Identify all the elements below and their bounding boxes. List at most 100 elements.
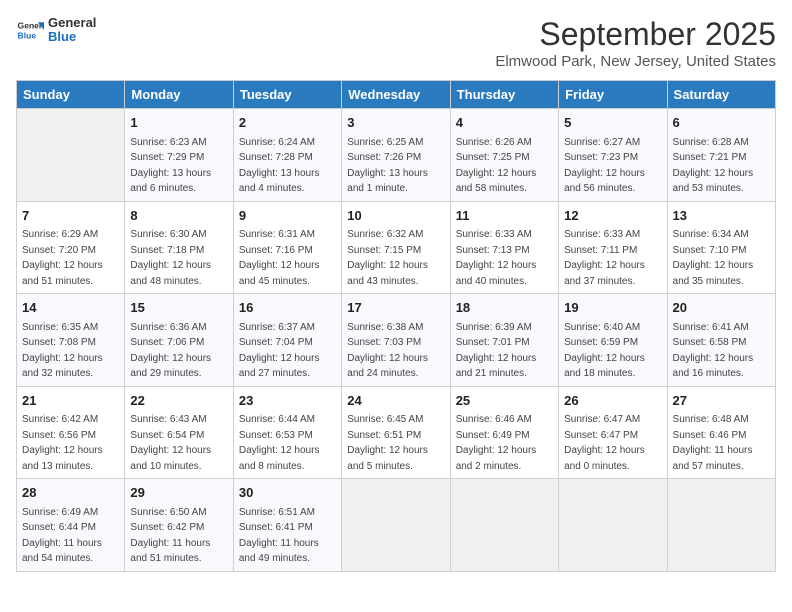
- day-info: Sunrise: 6:31 AM Sunset: 7:16 PM Dayligh…: [239, 227, 336, 289]
- day-number: 30: [239, 483, 336, 503]
- calendar-cell: 9Sunrise: 6:31 AM Sunset: 7:16 PM Daylig…: [233, 201, 341, 294]
- column-header-wednesday: Wednesday: [342, 81, 450, 109]
- day-number: 7: [22, 206, 119, 226]
- day-number: 22: [130, 391, 227, 411]
- day-info: Sunrise: 6:39 AM Sunset: 7:01 PM Dayligh…: [456, 320, 553, 382]
- column-header-tuesday: Tuesday: [233, 81, 341, 109]
- calendar-cell: 10Sunrise: 6:32 AM Sunset: 7:15 PM Dayli…: [342, 201, 450, 294]
- day-number: 20: [673, 298, 770, 318]
- day-number: 27: [673, 391, 770, 411]
- calendar-cell: 1Sunrise: 6:23 AM Sunset: 7:29 PM Daylig…: [125, 109, 233, 202]
- day-number: 26: [564, 391, 661, 411]
- day-info: Sunrise: 6:36 AM Sunset: 7:06 PM Dayligh…: [130, 320, 227, 382]
- day-info: Sunrise: 6:46 AM Sunset: 6:49 PM Dayligh…: [456, 412, 553, 474]
- calendar-cell: 17Sunrise: 6:38 AM Sunset: 7:03 PM Dayli…: [342, 294, 450, 387]
- calendar-cell: 15Sunrise: 6:36 AM Sunset: 7:06 PM Dayli…: [125, 294, 233, 387]
- day-number: 13: [673, 206, 770, 226]
- calendar-cell: 3Sunrise: 6:25 AM Sunset: 7:26 PM Daylig…: [342, 109, 450, 202]
- day-info: Sunrise: 6:50 AM Sunset: 6:42 PM Dayligh…: [130, 505, 227, 567]
- day-info: Sunrise: 6:43 AM Sunset: 6:54 PM Dayligh…: [130, 412, 227, 474]
- calendar-cell: [17, 109, 125, 202]
- calendar-cell: 13Sunrise: 6:34 AM Sunset: 7:10 PM Dayli…: [667, 201, 775, 294]
- calendar-cell: 16Sunrise: 6:37 AM Sunset: 7:04 PM Dayli…: [233, 294, 341, 387]
- logo-text-general: General: [48, 16, 96, 30]
- day-info: Sunrise: 6:33 AM Sunset: 7:13 PM Dayligh…: [456, 227, 553, 289]
- day-number: 4: [456, 113, 553, 133]
- day-info: Sunrise: 6:28 AM Sunset: 7:21 PM Dayligh…: [673, 135, 770, 197]
- calendar-cell: 23Sunrise: 6:44 AM Sunset: 6:53 PM Dayli…: [233, 386, 341, 479]
- svg-text:Blue: Blue: [18, 31, 37, 41]
- calendar-cell: 18Sunrise: 6:39 AM Sunset: 7:01 PM Dayli…: [450, 294, 558, 387]
- calendar-cell: [559, 479, 667, 572]
- calendar-cell: 6Sunrise: 6:28 AM Sunset: 7:21 PM Daylig…: [667, 109, 775, 202]
- page-title: September 2025: [495, 16, 776, 53]
- day-info: Sunrise: 6:23 AM Sunset: 7:29 PM Dayligh…: [130, 135, 227, 197]
- day-info: Sunrise: 6:30 AM Sunset: 7:18 PM Dayligh…: [130, 227, 227, 289]
- day-info: Sunrise: 6:25 AM Sunset: 7:26 PM Dayligh…: [347, 135, 444, 197]
- day-info: Sunrise: 6:37 AM Sunset: 7:04 PM Dayligh…: [239, 320, 336, 382]
- day-number: 10: [347, 206, 444, 226]
- day-number: 29: [130, 483, 227, 503]
- day-number: 16: [239, 298, 336, 318]
- day-info: Sunrise: 6:34 AM Sunset: 7:10 PM Dayligh…: [673, 227, 770, 289]
- day-number: 21: [22, 391, 119, 411]
- calendar-cell: [450, 479, 558, 572]
- svg-text:General: General: [18, 21, 44, 31]
- day-number: 6: [673, 113, 770, 133]
- column-header-sunday: Sunday: [17, 81, 125, 109]
- column-header-monday: Monday: [125, 81, 233, 109]
- calendar-week-3: 14Sunrise: 6:35 AM Sunset: 7:08 PM Dayli…: [17, 294, 776, 387]
- day-number: 9: [239, 206, 336, 226]
- calendar-week-4: 21Sunrise: 6:42 AM Sunset: 6:56 PM Dayli…: [17, 386, 776, 479]
- day-number: 1: [130, 113, 227, 133]
- day-info: Sunrise: 6:24 AM Sunset: 7:28 PM Dayligh…: [239, 135, 336, 197]
- day-number: 12: [564, 206, 661, 226]
- calendar-cell: 26Sunrise: 6:47 AM Sunset: 6:47 PM Dayli…: [559, 386, 667, 479]
- calendar-cell: 25Sunrise: 6:46 AM Sunset: 6:49 PM Dayli…: [450, 386, 558, 479]
- day-number: 23: [239, 391, 336, 411]
- day-number: 15: [130, 298, 227, 318]
- calendar-cell: 2Sunrise: 6:24 AM Sunset: 7:28 PM Daylig…: [233, 109, 341, 202]
- day-number: 3: [347, 113, 444, 133]
- page-header: General Blue General Blue September 2025…: [16, 16, 776, 70]
- column-header-friday: Friday: [559, 81, 667, 109]
- day-info: Sunrise: 6:47 AM Sunset: 6:47 PM Dayligh…: [564, 412, 661, 474]
- calendar-cell: 8Sunrise: 6:30 AM Sunset: 7:18 PM Daylig…: [125, 201, 233, 294]
- calendar-cell: 20Sunrise: 6:41 AM Sunset: 6:58 PM Dayli…: [667, 294, 775, 387]
- day-info: Sunrise: 6:44 AM Sunset: 6:53 PM Dayligh…: [239, 412, 336, 474]
- day-info: Sunrise: 6:45 AM Sunset: 6:51 PM Dayligh…: [347, 412, 444, 474]
- day-info: Sunrise: 6:27 AM Sunset: 7:23 PM Dayligh…: [564, 135, 661, 197]
- day-info: Sunrise: 6:41 AM Sunset: 6:58 PM Dayligh…: [673, 320, 770, 382]
- day-info: Sunrise: 6:51 AM Sunset: 6:41 PM Dayligh…: [239, 505, 336, 567]
- day-number: 24: [347, 391, 444, 411]
- calendar-cell: 30Sunrise: 6:51 AM Sunset: 6:41 PM Dayli…: [233, 479, 341, 572]
- day-number: 28: [22, 483, 119, 503]
- calendar-cell: [667, 479, 775, 572]
- column-header-saturday: Saturday: [667, 81, 775, 109]
- day-number: 17: [347, 298, 444, 318]
- calendar-cell: 21Sunrise: 6:42 AM Sunset: 6:56 PM Dayli…: [17, 386, 125, 479]
- logo: General Blue General Blue: [16, 16, 96, 45]
- day-info: Sunrise: 6:32 AM Sunset: 7:15 PM Dayligh…: [347, 227, 444, 289]
- day-number: 25: [456, 391, 553, 411]
- calendar-cell: 28Sunrise: 6:49 AM Sunset: 6:44 PM Dayli…: [17, 479, 125, 572]
- calendar-cell: 4Sunrise: 6:26 AM Sunset: 7:25 PM Daylig…: [450, 109, 558, 202]
- calendar-cell: 12Sunrise: 6:33 AM Sunset: 7:11 PM Dayli…: [559, 201, 667, 294]
- calendar-week-2: 7Sunrise: 6:29 AM Sunset: 7:20 PM Daylig…: [17, 201, 776, 294]
- day-info: Sunrise: 6:48 AM Sunset: 6:46 PM Dayligh…: [673, 412, 770, 474]
- calendar-cell: 22Sunrise: 6:43 AM Sunset: 6:54 PM Dayli…: [125, 386, 233, 479]
- calendar-cell: 5Sunrise: 6:27 AM Sunset: 7:23 PM Daylig…: [559, 109, 667, 202]
- day-number: 5: [564, 113, 661, 133]
- page-subtitle: Elmwood Park, New Jersey, United States: [495, 53, 776, 70]
- day-info: Sunrise: 6:35 AM Sunset: 7:08 PM Dayligh…: [22, 320, 119, 382]
- day-info: Sunrise: 6:42 AM Sunset: 6:56 PM Dayligh…: [22, 412, 119, 474]
- calendar-cell: [342, 479, 450, 572]
- day-info: Sunrise: 6:49 AM Sunset: 6:44 PM Dayligh…: [22, 505, 119, 567]
- day-number: 14: [22, 298, 119, 318]
- column-header-thursday: Thursday: [450, 81, 558, 109]
- day-number: 11: [456, 206, 553, 226]
- calendar-cell: 19Sunrise: 6:40 AM Sunset: 6:59 PM Dayli…: [559, 294, 667, 387]
- day-info: Sunrise: 6:33 AM Sunset: 7:11 PM Dayligh…: [564, 227, 661, 289]
- logo-text-blue: Blue: [48, 30, 96, 44]
- day-info: Sunrise: 6:40 AM Sunset: 6:59 PM Dayligh…: [564, 320, 661, 382]
